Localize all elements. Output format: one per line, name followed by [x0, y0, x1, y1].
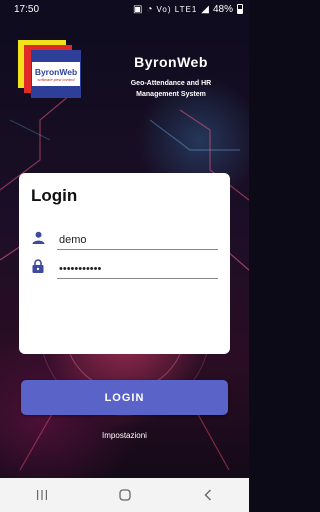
password-input[interactable]: •••••••••••: [57, 257, 218, 279]
login-card: Login demo •••••••••••: [19, 173, 230, 354]
app-logo: ByronWeb software pest control: [18, 40, 81, 98]
network-label: Vo) LTE1: [156, 4, 198, 14]
wifi-icon: ◔: [146, 3, 153, 15]
logo-subtitle: software pest control: [37, 76, 75, 82]
back-icon: [204, 489, 211, 501]
brand-tagline-line2: Management System: [136, 91, 206, 98]
back-button[interactable]: [193, 485, 223, 505]
username-field: demo: [31, 228, 218, 250]
brand-tagline-line1: Geo-Attendance and HR: [130, 80, 212, 87]
battery-percent: 48%: [212, 3, 233, 15]
home-icon: [118, 489, 131, 501]
recent-apps-icon: [36, 490, 47, 500]
logo-blue-square: ByronWeb software pest control: [31, 50, 81, 98]
status-time: 17:50: [14, 3, 40, 15]
password-field: •••••••••••: [31, 257, 218, 279]
username-input[interactable]: demo: [57, 228, 218, 250]
status-bar: 17:50 ▣ ◔ Vo) LTE1 ◢ 48%: [0, 0, 249, 18]
brand-tagline: Geo-Attendance and HR Management System: [108, 78, 234, 100]
home-button[interactable]: [110, 485, 140, 505]
brand-header: ByronWeb Geo-Attendance and HR Managemen…: [108, 54, 234, 100]
recent-apps-button[interactable]: [27, 485, 57, 505]
notification-icon: ▣: [133, 3, 143, 15]
signal-icon: ◢: [201, 3, 209, 15]
settings-link[interactable]: Impostazioni: [0, 431, 249, 440]
logo-label-box: ByronWeb software pest control: [32, 62, 80, 86]
user-icon: [31, 229, 45, 245]
brand-name: ByronWeb: [134, 54, 208, 70]
logo-title: ByronWeb: [34, 66, 78, 77]
status-indicators: ▣ ◔ Vo) LTE1 ◢ 48%: [133, 4, 243, 15]
lock-icon: [31, 258, 45, 274]
login-title: Login: [31, 186, 78, 205]
login-button[interactable]: LOGIN: [21, 380, 228, 415]
system-navigation-bar: [0, 478, 249, 512]
battery-icon: [237, 4, 243, 14]
